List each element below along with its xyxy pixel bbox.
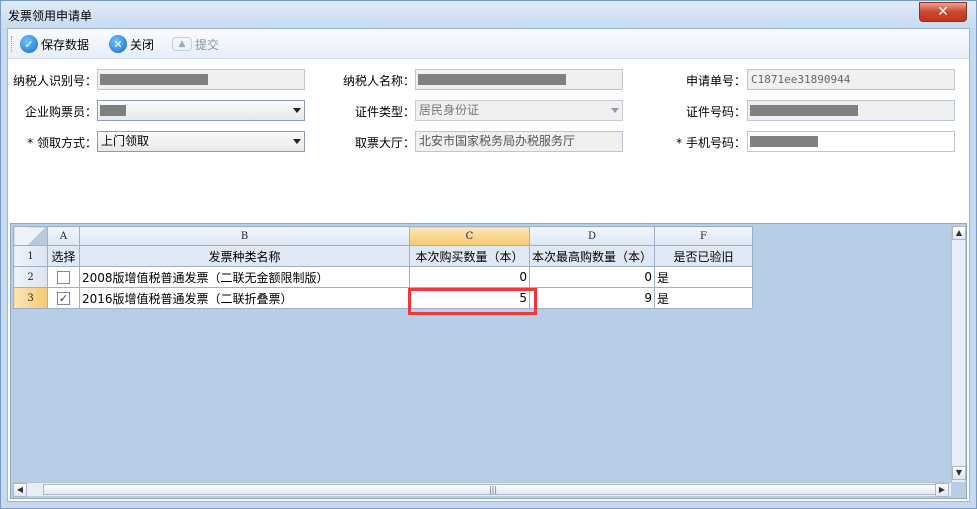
phone-input[interactable] [747,131,955,152]
table-row: 2 2008版增值税普通发票（二联无金额限制版） 0 0 是 [13,266,754,288]
buyer-label: 企业购票员： [24,105,97,119]
taxpayer-name-field [415,69,623,90]
redacted-value [750,136,818,147]
scroll-down-button[interactable]: ▼ [952,466,966,480]
invoice-type-cell[interactable]: 2016版增值税普通发票（二联折叠票） [79,287,410,309]
header-invoice-type: 发票种类名称 [79,245,410,267]
save-button-label: 保存数据 [41,37,90,52]
redacted-value [100,105,126,116]
vertical-scrollbar[interactable]: ▲ ▼ [951,226,966,482]
window-title: 发票领用申请单 [8,9,93,23]
column-header-f[interactable]: F [654,226,754,246]
chevron-down-icon [293,108,301,113]
row-checkbox[interactable]: ✓ [57,292,70,305]
window-client-area: ✓ 保存数据 ✕ 关闭 ▲ 提交 纳税人识别号： 纳税人名称： 申请单号： C1… [7,28,970,502]
id-type-dropdown[interactable]: 居民身份证 [415,100,623,121]
redacted-value [418,74,566,85]
hall-field: 北安市国家税务局办税服务厅 [415,131,623,152]
row-checkbox[interactable] [57,271,70,284]
invoice-grid-area: A B C D F 1 选择 发票种类名称 本次购买数量（本） 本次最高购数量（… [10,223,967,499]
toolbar: ✓ 保存数据 ✕ 关闭 ▲ 提交 [8,29,969,59]
close-button[interactable]: ✕ 关闭 [109,34,154,54]
purchase-qty-cell[interactable]: 0 [409,266,530,288]
column-header-c[interactable]: C [409,226,530,246]
cloud-upload-icon: ▲ [172,37,192,51]
scroll-right-button[interactable]: ▶ [935,483,949,497]
header-max-qty: 本次最高购数量（本） [528,245,656,267]
header-purchase-qty: 本次购买数量（本） [409,245,530,267]
select-cell[interactable]: ✓ [47,287,80,309]
verified-cell[interactable]: 是 [654,287,754,309]
toolbar-grip [11,36,14,52]
row-header-3[interactable]: 3 [13,287,48,309]
phone-label: * 手机号码： [676,136,746,150]
verified-cell[interactable]: 是 [654,266,754,288]
taxpayer-name-label: 纳税人名称： [342,74,415,88]
row-header-2[interactable]: 2 [13,266,48,288]
submit-button[interactable]: ▲ 提交 [172,34,219,54]
scroll-up-button[interactable]: ▲ [952,226,966,240]
horizontal-scrollbar[interactable]: ◀ ||| ▶ [13,482,951,497]
buyer-dropdown[interactable] [97,100,305,121]
invoice-application-window: 发票领用申请单 ✕ ✓ 保存数据 ✕ 关闭 ▲ 提交 纳税人识别号： 纳税人名称… [0,0,977,509]
application-no-label: 申请单号： [685,74,746,88]
hall-label: 取票大厅： [354,136,415,150]
column-header-a[interactable]: A [47,226,80,246]
header-select: 选择 [47,245,80,267]
id-type-label: 证件类型： [354,105,415,119]
header-verified: 是否已验旧 [654,245,754,267]
grid-corner[interactable] [13,226,48,246]
pickup-method-dropdown[interactable]: 上门领取 [97,131,305,152]
column-header-d[interactable]: D [528,226,656,246]
invoice-spreadsheet: A B C D F 1 选择 发票种类名称 本次购买数量（本） 本次最高购数量（… [13,226,754,309]
invoice-type-cell[interactable]: 2008版增值税普通发票（二联无金额限制版） [79,266,410,288]
max-qty-cell[interactable]: 9 [528,287,656,309]
id-type-value: 居民身份证 [419,103,480,117]
max-qty-cell[interactable]: 0 [528,266,656,288]
scroll-left-button[interactable]: ◀ [13,483,27,497]
pickup-method-label: * 领取方式： [27,136,97,150]
id-number-label: 证件号码： [685,105,746,119]
close-x-icon: ✕ [109,35,127,53]
taxpayer-id-field [97,69,305,90]
taxpayer-id-label: 纳税人识别号： [13,74,98,88]
redacted-value [750,105,858,116]
chevron-down-icon [611,108,619,113]
table-row: 3 ✓ 2016版增值税普通发票（二联折叠票） 5 9 是 [13,287,754,309]
redacted-value [100,74,208,85]
active-cell-highlight [408,288,537,315]
checkmark-icon: ✓ [20,35,38,53]
horizontal-scroll-thumb[interactable]: ||| [43,484,943,495]
window-close-button[interactable]: ✕ [919,2,967,22]
select-cell[interactable] [47,266,80,288]
row-header-1[interactable]: 1 [13,245,48,267]
application-no-field: C1871ee31890944 [747,69,955,90]
submit-button-label: 提交 [195,37,220,52]
pickup-method-value: 上门领取 [101,134,150,148]
id-number-field [747,100,955,121]
close-button-label: 关闭 [130,37,155,52]
title-bar[interactable]: 发票领用申请单 ✕ [1,1,976,28]
column-header-b[interactable]: B [79,226,410,246]
save-button[interactable]: ✓ 保存数据 [20,34,89,54]
chevron-down-icon [293,139,301,144]
